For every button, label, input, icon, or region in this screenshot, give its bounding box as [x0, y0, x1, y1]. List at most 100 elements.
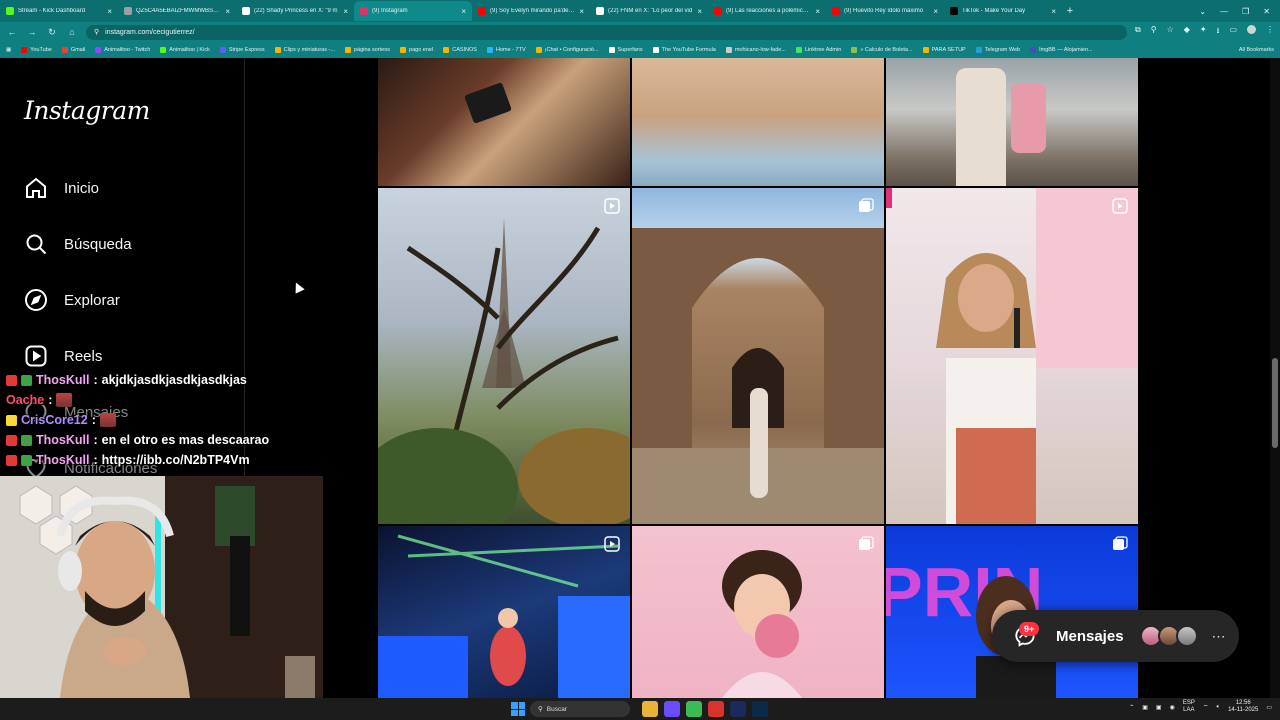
browser-tab[interactable]: (9) Huevito Rey ídolo máximo ×: [826, 1, 944, 21]
bookmark-item[interactable]: ImgBB — Alojamien...: [1030, 47, 1093, 53]
browser-tab[interactable]: (9) Instagram ×: [354, 1, 472, 21]
new-tab-button[interactable]: +: [1062, 5, 1078, 17]
tray-app-icon[interactable]: ◉: [1170, 704, 1175, 711]
tab-close-icon[interactable]: ×: [933, 7, 938, 16]
reload-icon[interactable]: ↻: [46, 27, 58, 38]
bookmark-item[interactable]: PARA SETUP: [922, 47, 966, 53]
bookmark-item[interactable]: página sorteos: [344, 47, 390, 53]
bookmark-item[interactable]: mohicano-low-fade...: [725, 47, 786, 53]
browser-tab[interactable]: (22) Shady Princess en X: "9 m ×: [236, 1, 354, 21]
tray-app-icon[interactable]: ▣: [1156, 704, 1162, 711]
instagram-logo[interactable]: Instagram: [24, 96, 150, 125]
app-icon[interactable]: [708, 701, 724, 717]
bookmark-item[interactable]: Home - 7TV: [486, 47, 526, 53]
bookmark-item[interactable]: Animalitoo - Twitch: [95, 47, 150, 53]
post-tile[interactable]: [886, 188, 1138, 524]
chat-badge-icon: [6, 454, 17, 466]
post-tile[interactable]: [632, 58, 884, 186]
premiere-icon[interactable]: [730, 701, 746, 717]
browser-tab[interactable]: Stream - Kick Dashboard ×: [0, 1, 118, 21]
browser-menu-icon[interactable]: ⋮: [1266, 25, 1274, 39]
tab-close-icon[interactable]: ×: [815, 7, 820, 16]
bookmark-item[interactable]: Telegram Web: [975, 47, 1020, 53]
more-icon[interactable]: ⋯: [1212, 628, 1226, 645]
close-window-button[interactable]: ✕: [1263, 7, 1270, 16]
bookmark-item[interactable]: Stripe Express: [219, 47, 265, 53]
forward-icon[interactable]: →: [26, 27, 38, 37]
bookmark-item[interactable]: Clips y miniaturas -...: [274, 47, 335, 53]
bookmark-item[interactable]: pago enel: [400, 47, 433, 53]
bookmark-label: pago enel: [409, 47, 434, 53]
windows-taskbar: ⚲ Buscar ⌃ ▣ ▣ ◉ ESP LAA ⌔ 🔈︎ 12:56 14-1…: [0, 698, 1280, 720]
tab-close-icon[interactable]: ×: [343, 7, 348, 16]
tab-close-icon[interactable]: ×: [579, 7, 584, 16]
tab-title: (9) Soy Evelyn mirando pa'delan: [490, 8, 576, 14]
post-tile[interactable]: [632, 526, 884, 698]
tab-close-icon[interactable]: ×: [107, 7, 112, 16]
post-tile[interactable]: [378, 188, 630, 524]
apps-grid-icon[interactable]: ▦: [6, 47, 11, 53]
sidepanel-icon[interactable]: ▭: [1229, 25, 1237, 39]
back-icon[interactable]: ←: [6, 27, 18, 37]
bookmark-item[interactable]: YouTube: [21, 47, 52, 53]
language-indicator[interactable]: ESP LAA: [1183, 700, 1195, 714]
home-nav-icon[interactable]: ⌂: [66, 27, 78, 37]
browser-tab[interactable]: (9) Soy Evelyn mirando pa'delan ×: [472, 1, 590, 21]
bookmark-star-icon[interactable]: ☆: [1167, 25, 1174, 39]
messages-drawer-button[interactable]: Mensajes ⋯: [992, 610, 1239, 662]
zoom-icon[interactable]: ⚲: [1151, 25, 1157, 39]
nav-explorar[interactable]: Explorar: [24, 288, 120, 312]
bookmark-item[interactable]: ¡Chat • Configuració...: [535, 47, 599, 53]
url-field[interactable]: ⚲ instagram.com/cecigutierrez/: [86, 24, 1128, 40]
bookmark-item[interactable]: Superfans: [608, 47, 643, 53]
scrollbar-thumb[interactable]: [1272, 358, 1278, 448]
browser-tab[interactable]: TikTok - Make Your Day ×: [944, 1, 1062, 21]
tab-close-icon[interactable]: ×: [225, 7, 230, 16]
cast-icon[interactable]: ⧉: [1135, 25, 1141, 39]
browser-tab[interactable]: QZ5C4A5EBAIZFMWMWBSUN ×: [118, 1, 236, 21]
chrome-icon[interactable]: [686, 701, 702, 717]
bookmark-item[interactable]: Linktree Admin: [795, 47, 841, 53]
browser-tab-bar: Stream - Kick Dashboard × QZ5C4A5EBAIZFMWM…: [0, 0, 1280, 22]
post-tile[interactable]: [886, 58, 1138, 186]
chat-text: en el otro es mas descaarao: [101, 433, 270, 447]
bookmark-item[interactable]: Gmail: [61, 47, 85, 53]
post-tile[interactable]: [632, 188, 884, 524]
bookmark-item[interactable]: Animalitoo | Kick: [160, 47, 210, 53]
nav-busqueda[interactable]: Búsqueda: [24, 232, 132, 256]
network-icon[interactable]: ⌔: [1203, 703, 1209, 711]
browser-tab[interactable]: (9) Las reacciones a polémico vi ×: [708, 1, 826, 21]
maximize-button[interactable]: ❐: [1242, 7, 1249, 16]
minimize-button[interactable]: —: [1220, 7, 1228, 16]
bookmark-item[interactable]: CASINOS: [443, 47, 477, 53]
profile-avatar[interactable]: [1247, 25, 1256, 34]
tab-search-icon[interactable]: ⌄: [1199, 7, 1206, 16]
post-tile[interactable]: [378, 526, 630, 698]
post-tile[interactable]: [378, 58, 630, 186]
nav-inicio[interactable]: Inicio: [24, 176, 99, 200]
clock[interactable]: 12:56 14-11-2025: [1228, 700, 1258, 714]
start-button[interactable]: [511, 702, 525, 716]
extension-icon[interactable]: ◆: [1184, 25, 1190, 39]
notifications-icon[interactable]: ▭: [1266, 704, 1272, 711]
volume-icon[interactable]: 🔈︎: [1216, 704, 1220, 711]
file-explorer-icon[interactable]: [642, 701, 658, 717]
tray-app-icon[interactable]: ▣: [1142, 704, 1148, 711]
app-icon[interactable]: [664, 701, 680, 717]
tab-close-icon[interactable]: ×: [1051, 7, 1056, 16]
extensions-puzzle-icon[interactable]: ✦: [1200, 25, 1207, 39]
site-info-icon[interactable]: ⚲: [94, 28, 99, 36]
taskbar-search[interactable]: ⚲ Buscar: [530, 701, 630, 717]
downloads-icon[interactable]: ⭳: [1217, 25, 1220, 39]
tab-close-icon[interactable]: ×: [697, 7, 702, 16]
nav-reels[interactable]: Reels: [24, 344, 102, 368]
page-scrollbar[interactable]: [1270, 58, 1280, 698]
bookmark-item[interactable]: » Calculo de Boleta...: [851, 47, 913, 53]
tray-chevron-icon[interactable]: ⌃: [1129, 704, 1134, 711]
bookmark-item[interactable]: The YouTube Formula: [652, 47, 716, 53]
browser-tab[interactable]: (22) FNM en X: "Lo peor del vid ×: [590, 1, 708, 21]
tab-close-icon[interactable]: ×: [461, 7, 466, 16]
nav-reels-label: Reels: [64, 347, 103, 365]
all-bookmarks[interactable]: All Bookmarks: [1239, 47, 1274, 53]
photoshop-icon[interactable]: [752, 701, 768, 717]
